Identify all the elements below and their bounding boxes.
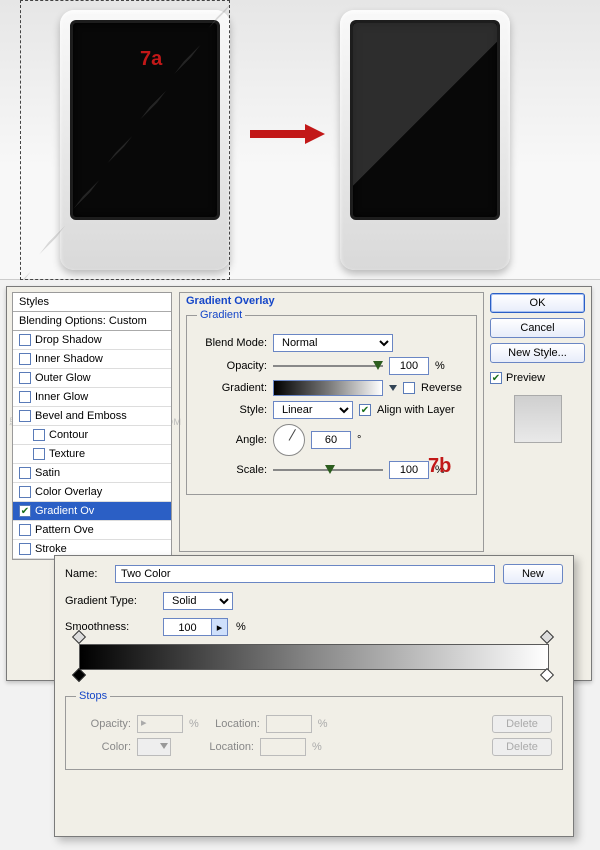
- stop-opacity-label: Opacity:: [76, 718, 131, 730]
- style-select[interactable]: Linear: [273, 401, 353, 419]
- ramp-bar[interactable]: [79, 644, 549, 670]
- opacity-label: Opacity:: [197, 360, 267, 372]
- stop-opacity-input: ▸: [137, 715, 183, 733]
- style-pattern-overlay[interactable]: Pattern Ove: [13, 521, 171, 540]
- gradient-swatch[interactable]: [273, 380, 383, 396]
- opacity-slider[interactable]: [273, 359, 383, 373]
- panel-title: Gradient Overlay: [186, 295, 477, 307]
- stop-location-input-2: [260, 738, 306, 756]
- style-gradient-overlay[interactable]: Gradient Ov: [13, 502, 171, 521]
- checkbox[interactable]: [33, 448, 45, 460]
- scale-label: Scale:: [197, 464, 267, 476]
- color-stop-left[interactable]: [74, 670, 86, 682]
- gradient-legend: Gradient: [197, 309, 245, 321]
- scale-slider[interactable]: [273, 463, 383, 477]
- checkbox[interactable]: [33, 429, 45, 441]
- angle-label: Angle:: [197, 434, 267, 446]
- device-after: [340, 10, 510, 270]
- checkbox[interactable]: [19, 467, 31, 479]
- gradient-editor-dialog: Name: New Gradient Type: Solid Smoothnes…: [54, 555, 574, 837]
- new-button[interactable]: New: [503, 564, 563, 584]
- stops-legend: Stops: [76, 690, 110, 702]
- opacity-input[interactable]: [389, 357, 429, 375]
- checkbox[interactable]: [19, 372, 31, 384]
- reverse-label: Reverse: [421, 382, 462, 394]
- smoothness-input[interactable]: 100 ▸: [163, 618, 228, 636]
- style-inner-glow[interactable]: Inner Glow: [13, 388, 171, 407]
- style-satin[interactable]: Satin: [13, 464, 171, 483]
- reverse-checkbox[interactable]: [403, 382, 415, 394]
- gradient-type-select[interactable]: Solid: [163, 592, 233, 610]
- style-label: Style:: [197, 404, 267, 416]
- angle-input[interactable]: [311, 431, 351, 449]
- opacity-stop-left[interactable]: [74, 632, 86, 644]
- style-color-overlay[interactable]: Color Overlay: [13, 483, 171, 502]
- blend-mode-select[interactable]: Normal: [273, 334, 393, 352]
- preview-checkbox[interactable]: [490, 372, 502, 384]
- gradient-ramp[interactable]: [79, 644, 549, 670]
- angle-dial[interactable]: [273, 424, 305, 456]
- style-bevel-emboss[interactable]: Bevel and Emboss: [13, 407, 171, 426]
- checkbox[interactable]: [19, 524, 31, 536]
- device-screen: [350, 20, 500, 220]
- ok-button[interactable]: OK: [490, 293, 585, 313]
- chevron-down-icon: [160, 743, 168, 749]
- cancel-button[interactable]: Cancel: [490, 318, 585, 338]
- name-input[interactable]: [115, 565, 495, 583]
- checkbox[interactable]: [19, 410, 31, 422]
- align-label: Align with Layer: [377, 404, 455, 416]
- gradient-overlay-panel: Gradient Overlay Gradient Blend Mode: No…: [179, 292, 484, 552]
- dialog-buttons: OK Cancel New Style... Preview: [490, 293, 585, 443]
- style-contour[interactable]: Contour: [13, 426, 171, 445]
- style-outer-glow[interactable]: Outer Glow: [13, 369, 171, 388]
- scale-input[interactable]: [389, 461, 429, 479]
- stops-fieldset: Stops Opacity: ▸ % Location: % Delete Co…: [65, 690, 563, 770]
- stop-color-well: [137, 738, 171, 756]
- styles-list: Styles Blending Options: Custom Drop Sha…: [12, 292, 172, 560]
- style-texture[interactable]: Texture: [13, 445, 171, 464]
- align-checkbox[interactable]: [359, 404, 371, 416]
- chevron-down-icon[interactable]: [389, 385, 397, 391]
- checkbox[interactable]: [19, 486, 31, 498]
- checkbox[interactable]: [19, 505, 31, 517]
- preview-label: Preview: [506, 372, 545, 384]
- arrow-icon: [250, 125, 325, 143]
- illustration-stage: 7a: [0, 0, 600, 280]
- style-drop-shadow[interactable]: Drop Shadow: [13, 331, 171, 350]
- checkbox[interactable]: [19, 391, 31, 403]
- styles-header[interactable]: Styles: [13, 293, 171, 312]
- checkbox[interactable]: [19, 353, 31, 365]
- stop-location-label-2: Location:: [199, 741, 254, 753]
- delete-opacity-stop-button: Delete: [492, 715, 552, 733]
- delete-color-stop-button: Delete: [492, 738, 552, 756]
- checkbox[interactable]: [19, 334, 31, 346]
- color-stop-right[interactable]: [542, 670, 554, 682]
- checkbox[interactable]: [19, 543, 31, 555]
- preview-proxy: [514, 395, 562, 443]
- annotation-7b: 7b: [428, 455, 451, 478]
- gradient-type-label: Gradient Type:: [65, 595, 155, 607]
- stop-location-input: [266, 715, 312, 733]
- chevron-right-icon[interactable]: ▸: [211, 619, 227, 635]
- stop-color-label: Color:: [76, 741, 131, 753]
- blend-mode-label: Blend Mode:: [197, 337, 267, 349]
- name-label: Name:: [65, 568, 107, 580]
- opacity-stop-right[interactable]: [542, 632, 554, 644]
- gradient-label: Gradient:: [197, 382, 267, 394]
- annotation-7a: 7a: [140, 48, 162, 71]
- stop-location-label: Location:: [205, 718, 260, 730]
- style-inner-shadow[interactable]: Inner Shadow: [13, 350, 171, 369]
- new-style-button[interactable]: New Style...: [490, 343, 585, 363]
- blending-options-row[interactable]: Blending Options: Custom: [13, 312, 171, 331]
